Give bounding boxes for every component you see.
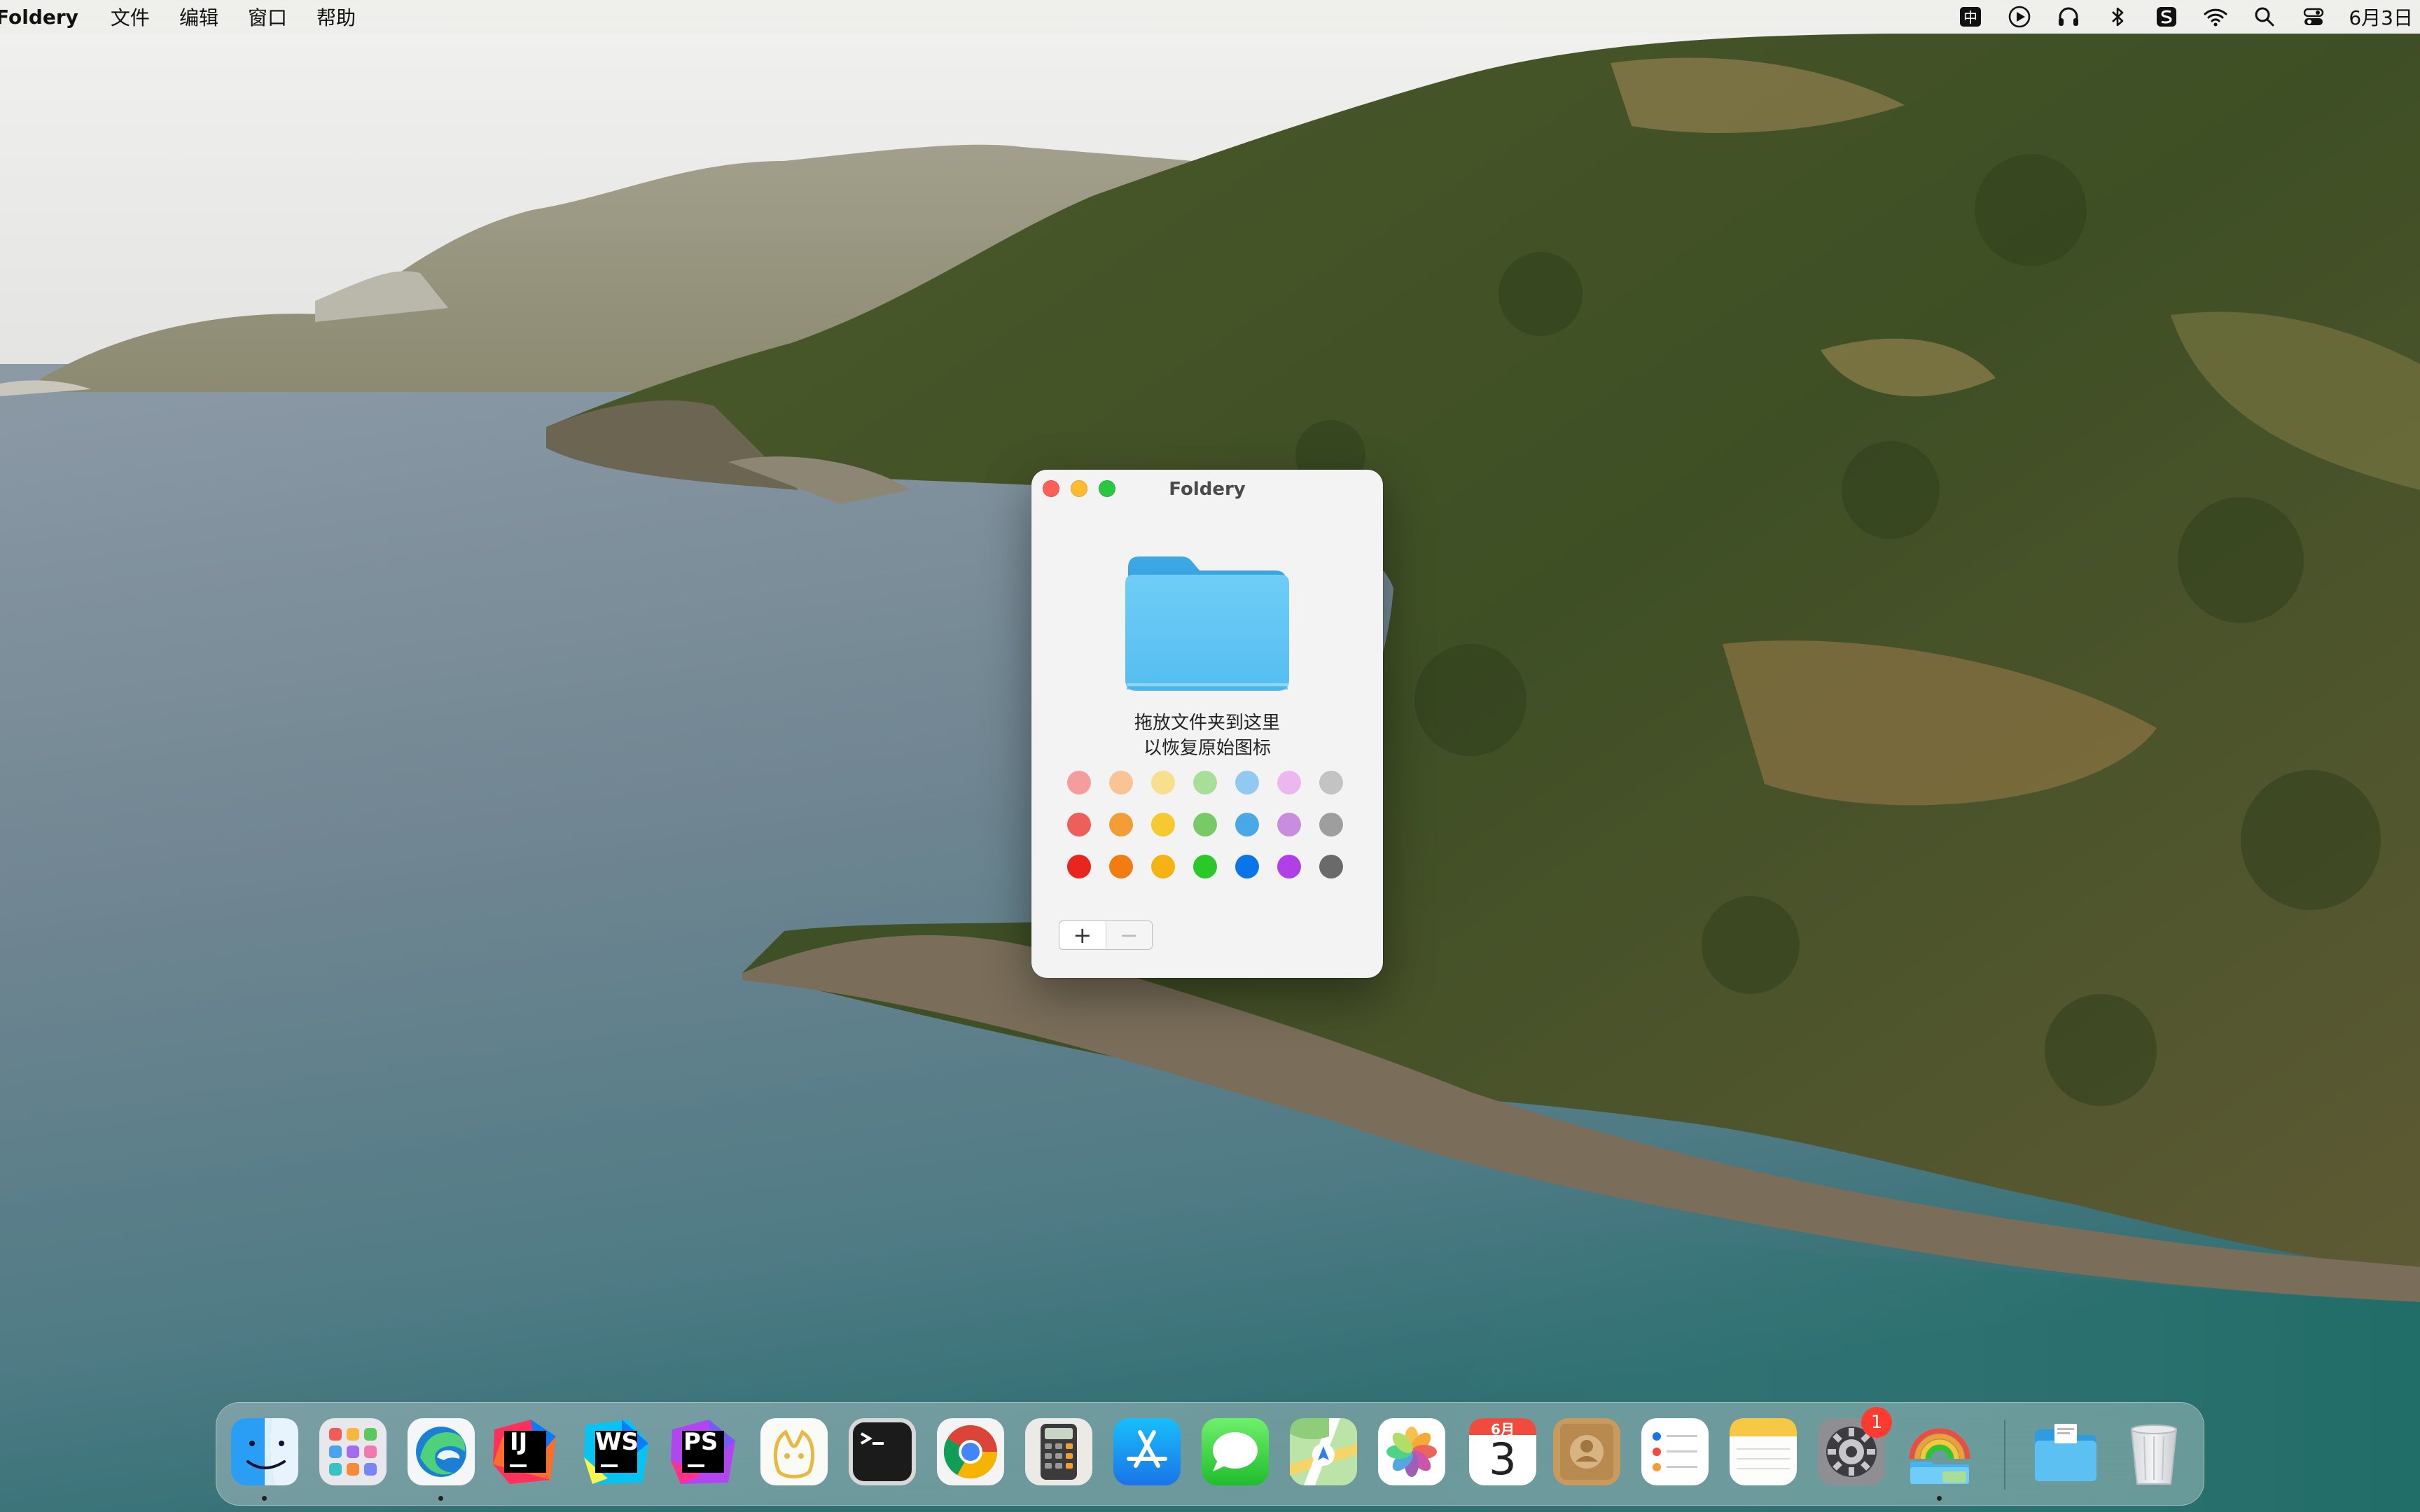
menu-file[interactable]: 文件 <box>111 3 150 31</box>
webstorm-label: WS <box>595 1428 639 1456</box>
dock-running-dot <box>262 1496 267 1501</box>
color-swatch[interactable] <box>1151 771 1175 794</box>
folder-drop-zone-icon[interactable] <box>1121 547 1293 695</box>
color-swatch[interactable] <box>1235 855 1259 878</box>
dock-navicat-icon[interactable] <box>758 1415 830 1488</box>
bluetooth-icon[interactable] <box>2103 3 2132 31</box>
dock-edge-icon[interactable] <box>405 1415 478 1488</box>
wifi-icon[interactable] <box>2202 3 2230 31</box>
drop-hint-line1: 拖放文件夹到这里 <box>1134 713 1280 734</box>
app-s-icon[interactable] <box>2153 3 2181 31</box>
input-method-icon[interactable]: 中 <box>1956 3 1984 31</box>
menu-window[interactable]: 窗口 <box>248 3 287 31</box>
now-playing-icon[interactable] <box>2005 3 2033 31</box>
phpstorm-label: PS <box>683 1428 718 1456</box>
color-swatch[interactable] <box>1319 855 1343 878</box>
dock-running-dot <box>438 1496 443 1501</box>
add-button[interactable]: + <box>1059 921 1106 949</box>
dock-maps-icon[interactable] <box>1287 1415 1360 1488</box>
color-swatch[interactable] <box>1193 813 1217 836</box>
headphones-icon[interactable] <box>2054 3 2082 31</box>
menu-clock[interactable]: 6月3日 <box>2349 3 2413 31</box>
foldery-window: Foldery 拖放文件夹到这里 以恢复原始图标 + − <box>1031 470 1383 978</box>
color-swatch[interactable] <box>1151 813 1175 836</box>
window-titlebar[interactable]: Foldery <box>1031 470 1383 509</box>
calendar-day: 3 <box>1489 1434 1517 1485</box>
dock-chrome-icon[interactable] <box>934 1415 1007 1488</box>
intellij-label: IJ <box>510 1428 528 1456</box>
search-icon[interactable] <box>2251 3 2279 31</box>
color-swatch[interactable] <box>1319 813 1343 836</box>
dock-messages-icon[interactable] <box>1199 1415 1272 1488</box>
dock-app-store-icon[interactable] <box>1111 1415 1183 1488</box>
color-swatch[interactable] <box>1277 813 1301 836</box>
color-swatch[interactable] <box>1067 771 1091 794</box>
dock-calculator-icon[interactable] <box>1022 1415 1095 1488</box>
color-swatch[interactable] <box>1277 771 1301 794</box>
settings-notification-badge: 1 <box>1861 1407 1892 1438</box>
dock-photos-icon[interactable] <box>1375 1415 1448 1488</box>
color-swatch[interactable] <box>1193 771 1217 794</box>
window-title: Foldery <box>1169 479 1246 500</box>
segmented-add-remove: + − <box>1059 920 1153 950</box>
control-center-icon[interactable] <box>2300 3 2328 31</box>
color-swatch[interactable] <box>1067 813 1091 836</box>
drop-hint-line2: 以恢复原始图标 <box>1143 738 1271 759</box>
menu-edit[interactable]: 编辑 <box>179 3 218 31</box>
dock-downloads-folder-icon[interactable] <box>2029 1415 2102 1488</box>
menu-app-name[interactable]: Foldery <box>0 6 78 29</box>
color-swatch[interactable] <box>1151 855 1175 878</box>
remove-button[interactable]: − <box>1105 921 1152 949</box>
color-swatch[interactable] <box>1067 855 1091 878</box>
menu-bar: Foldery 文件 编辑 窗口 帮助 中 6月3日 <box>0 0 2420 34</box>
color-swatch[interactable] <box>1109 855 1133 878</box>
color-swatch[interactable] <box>1109 813 1133 836</box>
dock-notes-icon[interactable] <box>1727 1415 1800 1488</box>
color-swatch[interactable] <box>1109 771 1133 794</box>
color-swatch[interactable] <box>1277 855 1301 878</box>
dock-launchpad-icon[interactable] <box>317 1415 389 1488</box>
dock-contacts-icon[interactable] <box>1550 1415 1623 1488</box>
color-swatch[interactable] <box>1319 771 1343 794</box>
dock-separator <box>2004 1420 2005 1490</box>
dock-terminal-icon[interactable] <box>846 1415 919 1488</box>
dock-reminders-icon[interactable] <box>1639 1415 1711 1488</box>
color-swatch[interactable] <box>1193 855 1217 878</box>
input-method-label: 中 <box>1963 9 1977 26</box>
dock-foldery-icon[interactable] <box>1903 1415 1976 1488</box>
dock-running-dot <box>1937 1496 1942 1501</box>
menu-help[interactable]: 帮助 <box>317 3 356 31</box>
dock-finder-icon[interactable] <box>228 1415 301 1488</box>
dock-trash-icon[interactable] <box>2118 1415 2190 1488</box>
color-swatch[interactable] <box>1235 813 1259 836</box>
color-swatch[interactable] <box>1235 771 1259 794</box>
